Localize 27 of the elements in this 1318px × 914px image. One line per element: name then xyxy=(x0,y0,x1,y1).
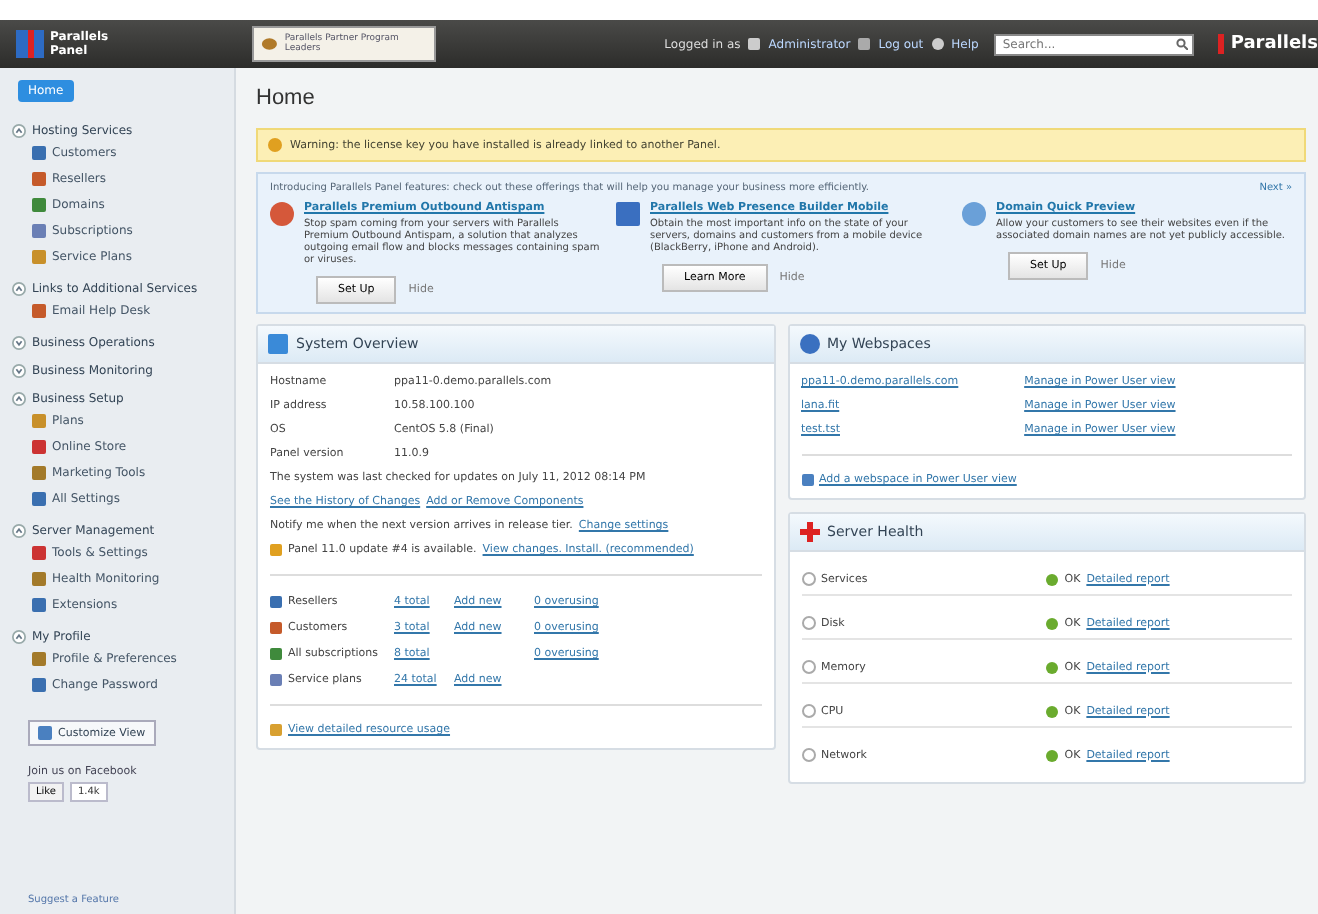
item-icon xyxy=(32,304,46,318)
bullet-icon xyxy=(801,660,815,674)
collapse-icon[interactable] xyxy=(12,282,26,296)
page-title: Home xyxy=(256,86,317,110)
ok-icon xyxy=(1046,705,1059,717)
ok-icon xyxy=(1046,617,1059,629)
bullet-icon xyxy=(801,748,815,762)
bullet-icon xyxy=(801,704,815,718)
brand-name: Parallels xyxy=(1218,34,1318,54)
ok-icon xyxy=(1046,749,1059,761)
expand-icon[interactable] xyxy=(12,336,26,350)
collapse-icon[interactable] xyxy=(12,630,26,644)
collapse-icon[interactable] xyxy=(12,124,26,138)
collapse-icon[interactable] xyxy=(12,392,26,406)
search-icon xyxy=(1176,38,1189,50)
logo-icon xyxy=(16,30,44,58)
bullet-icon xyxy=(801,572,815,586)
collapse-icon[interactable] xyxy=(12,524,26,538)
stat-icon xyxy=(270,621,282,633)
ok-icon xyxy=(1046,573,1059,585)
ok-icon xyxy=(1046,661,1059,673)
cross-icon xyxy=(799,522,819,542)
stat-icon xyxy=(270,595,282,607)
stat-icon xyxy=(270,673,282,685)
stat-icon xyxy=(270,647,282,659)
bullet-icon xyxy=(801,616,815,630)
expand-icon[interactable] xyxy=(12,364,26,378)
